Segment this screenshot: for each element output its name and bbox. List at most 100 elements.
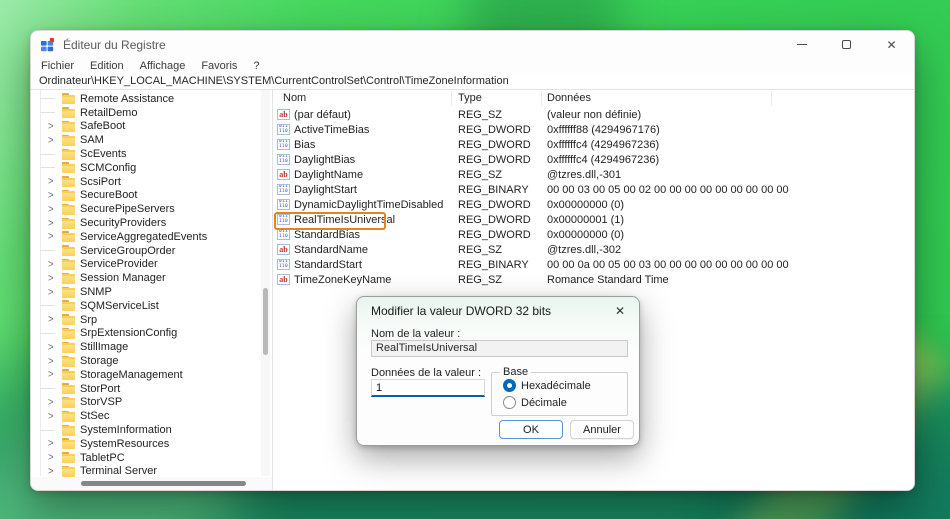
chevron-right-icon[interactable]: > [48, 203, 54, 216]
tree-horizontal-scrollbar[interactable] [31, 477, 272, 490]
chevron-right-icon[interactable]: > [48, 437, 54, 450]
address-bar[interactable]: Ordinateur\HKEY_LOCAL_MACHINE\SYSTEM\Cur… [31, 73, 914, 90]
tree-item-servicegrouporder[interactable]: ServiceGroupOrder [31, 244, 259, 258]
column-header-donnees[interactable]: Données [542, 91, 772, 106]
chevron-right-icon[interactable]: > [48, 410, 54, 423]
value-row-daylightbias[interactable]: 011110DaylightBiasREG_DWORD0xffffffc4 (4… [273, 152, 914, 167]
tree-item-sqmservicelist[interactable]: SQMServiceList [31, 299, 259, 313]
menu-fichier[interactable]: Fichier [33, 60, 82, 72]
radio-hexadecimal[interactable]: Hexadécimale [503, 379, 591, 392]
chevron-right-icon[interactable]: > [48, 217, 54, 230]
tree-item-serviceaggregatedevents[interactable]: >ServiceAggregatedEvents [31, 230, 259, 244]
value-row-par-d-faut[interactable]: ab(par défaut)REG_SZ(valeur non définie) [273, 107, 914, 122]
tree-item-session-manager[interactable]: > Session Manager [31, 271, 259, 285]
tree-item-stillimage[interactable]: >StillImage [31, 340, 259, 354]
menu-favoris[interactable]: Favoris [193, 60, 245, 72]
folder-icon [62, 287, 75, 298]
value-row-bias[interactable]: 011110BiasREG_DWORD0xffffffc4 (429496723… [273, 137, 914, 152]
chevron-right-icon[interactable]: > [48, 396, 54, 409]
cancel-button[interactable]: Annuler [570, 420, 634, 439]
tree-item-retaildemo[interactable]: RetailDemo [31, 106, 259, 120]
value-row-standardbias[interactable]: 011110StandardBiasREG_DWORD0x00000000 (0… [273, 227, 914, 242]
chevron-right-icon[interactable]: > [48, 286, 54, 299]
value-data-cell: @tzres.dll,-302 [542, 244, 621, 256]
tree-item-securepipeservers[interactable]: >SecurePipeServers [31, 202, 259, 216]
tree-item-systeminformation[interactable]: SystemInformation [31, 423, 259, 437]
tree-item-tabletpc[interactable]: >TabletPC [31, 451, 259, 465]
value-row-dynamicdaylighttimedisabled[interactable]: 011110DynamicDaylightTimeDisabledREG_DWO… [273, 197, 914, 212]
tree-vertical-scrollbar[interactable] [261, 90, 270, 476]
maximize-button[interactable] [824, 31, 869, 58]
value-row-realtimeisuniversal[interactable]: 011110RealTimeIsUniversalREG_DWORD0x0000… [273, 212, 914, 227]
tree-item-scsiport[interactable]: > ScsiPort [31, 175, 259, 189]
tree-item-sam[interactable]: >SAM [31, 133, 259, 147]
column-header-nom[interactable]: Nom [273, 91, 452, 106]
value-data-cell: 0x00000001 (1) [542, 214, 624, 226]
leaf-line [40, 250, 55, 251]
chevron-right-icon[interactable]: > [48, 465, 54, 478]
close-button[interactable]: ✕ [869, 31, 914, 58]
tree-item-srpextensionconfig[interactable]: SrpExtensionConfig [31, 327, 259, 341]
close-icon: ✕ [886, 39, 896, 51]
leaf-connector [40, 161, 62, 175]
value-row-daylightname[interactable]: abDaylightNameREG_SZ@tzres.dll,-301 [273, 167, 914, 182]
tree-horizontal-scrollbar-thumb[interactable] [81, 481, 246, 486]
tree-item-label: Session Manager [80, 272, 166, 284]
tree-item-safeboot[interactable]: >SafeBoot [31, 120, 259, 134]
value-row-standardname[interactable]: abStandardNameREG_SZ@tzres.dll,-302 [273, 242, 914, 257]
tree-item-srp[interactable]: >Srp [31, 313, 259, 327]
tree-item-secureboot[interactable]: >SecureBoot [31, 189, 259, 203]
tree-item-label: ScsiPort [80, 176, 121, 188]
chevron-right-icon[interactable]: > [48, 313, 54, 326]
tree-vertical-scrollbar-thumb[interactable] [263, 288, 268, 355]
folder-icon [62, 121, 75, 132]
radio-decimal-label: Décimale [521, 397, 567, 409]
leaf-connector [40, 92, 62, 106]
chevron-right-icon[interactable]: > [48, 258, 54, 271]
tree-item-securityproviders[interactable]: >SecurityProviders [31, 216, 259, 230]
tree-item-snmp[interactable]: >SNMP [31, 285, 259, 299]
value-row-timezonekeyname[interactable]: abTimeZoneKeyNameREG_SZRomance Standard … [273, 272, 914, 287]
menu-edition[interactable]: Edition [82, 60, 132, 72]
tree-item-storvsp[interactable]: >StorVSP [31, 396, 259, 410]
string-value-icon: ab [277, 169, 290, 180]
radio-decimal[interactable]: Décimale [503, 396, 567, 409]
window-title: Éditeur du Registre [63, 38, 166, 52]
chevron-right-icon[interactable]: > [48, 134, 54, 147]
tree-item-scevents[interactable]: ScEvents [31, 147, 259, 161]
value-row-activetimebias[interactable]: 011110ActiveTimeBiasREG_DWORD0xffffff88 … [273, 122, 914, 137]
chevron-right-icon[interactable]: > [48, 120, 54, 133]
tree-item-stsec[interactable]: >StSec [31, 409, 259, 423]
dialog-close-button[interactable]: ✕ [610, 301, 630, 321]
value-row-standardstart[interactable]: 011110StandardStartREG_BINARY00 00 0a 00… [273, 257, 914, 272]
chevron-right-icon[interactable]: > [48, 189, 54, 202]
tree-item-label: ServiceProvider [80, 258, 158, 270]
tree-item-storport[interactable]: StorPort [31, 382, 259, 396]
column-header-type[interactable]: Type [452, 91, 542, 106]
ok-button[interactable]: OK [499, 420, 563, 439]
value-row-daylightstart[interactable]: 011110DaylightStartREG_BINARY00 00 03 00… [273, 182, 914, 197]
chevron-right-icon[interactable]: > [48, 231, 54, 244]
menu-affichage[interactable]: Affichage [132, 60, 194, 72]
chevron-right-icon[interactable]: > [48, 341, 54, 354]
chevron-right-icon[interactable]: > [48, 272, 54, 285]
chevron-right-icon[interactable]: > [48, 355, 54, 368]
folder-icon [62, 190, 75, 201]
tree-item-scmconfig[interactable]: SCMConfig [31, 161, 259, 175]
tree-item-systemresources[interactable]: >SystemResources [31, 437, 259, 451]
chevron-right-icon[interactable]: > [48, 175, 54, 188]
menu-help[interactable]: ? [245, 60, 267, 72]
tree-item-storagemanagement[interactable]: >StorageManagement [31, 368, 259, 382]
value-name-cell: 011110StandardStart [273, 259, 452, 271]
chevron-right-icon[interactable]: > [48, 369, 54, 382]
minimize-button[interactable] [779, 31, 824, 58]
leaf-line [40, 333, 55, 334]
value-data-input[interactable] [371, 379, 485, 397]
tree-item-storage[interactable]: >Storage [31, 354, 259, 368]
tree-item-remote-assistance[interactable]: Remote Assistance [31, 92, 259, 106]
chevron-slot: > [40, 437, 62, 451]
chevron-right-icon[interactable]: > [48, 451, 54, 464]
tree-item-label: ScEvents [80, 148, 126, 160]
value-data-cell: 0x00000000 (0) [542, 229, 624, 241]
tree-item-serviceprovider[interactable]: > ServiceProvider [31, 258, 259, 272]
